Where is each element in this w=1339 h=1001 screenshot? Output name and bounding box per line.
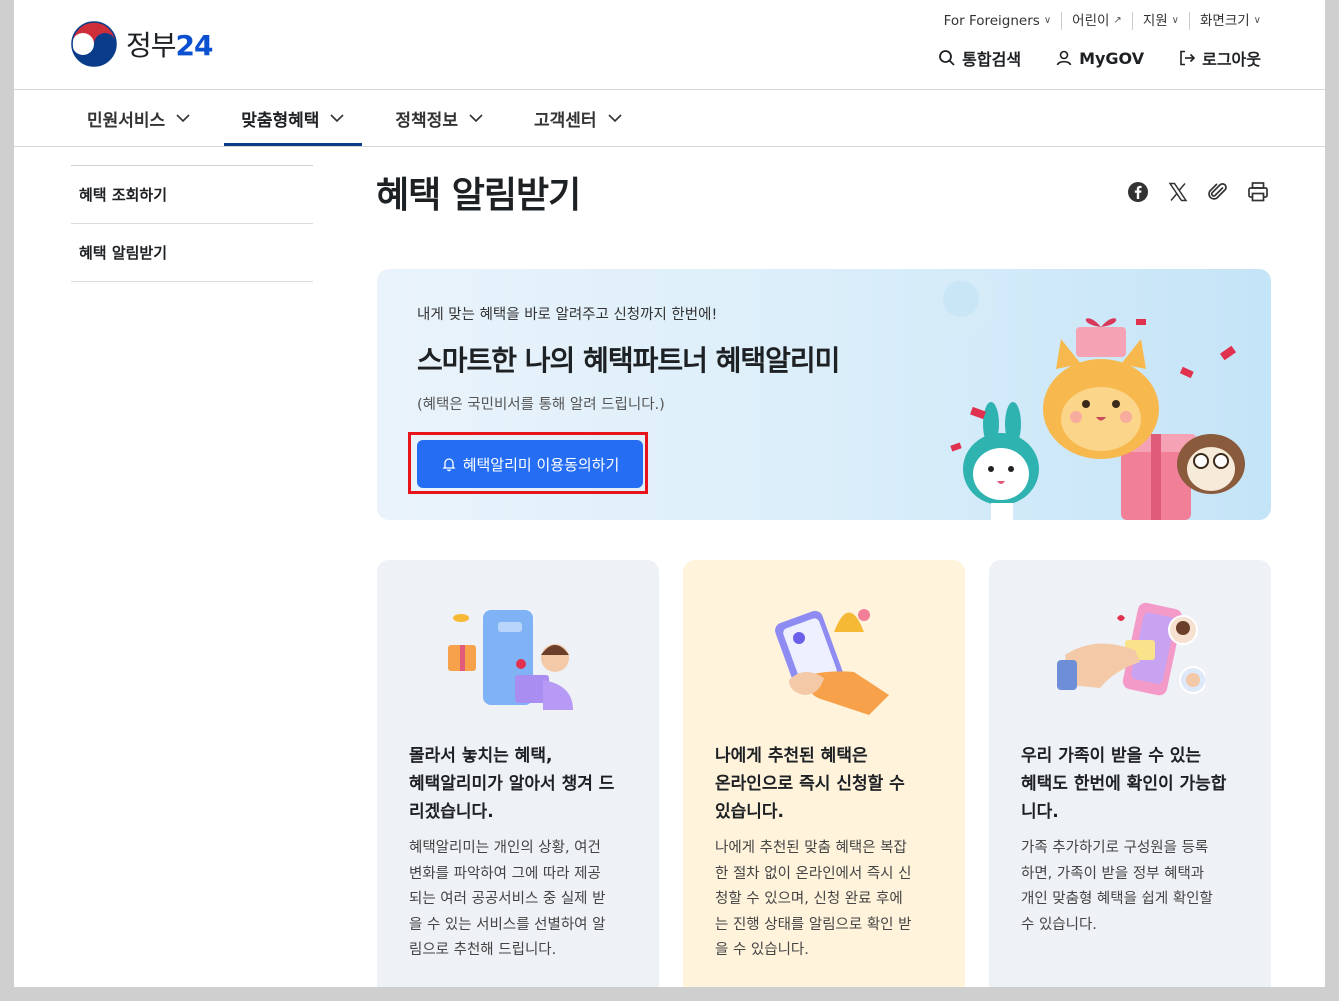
search-icon	[939, 50, 955, 66]
search-link[interactable]: 통합검색	[938, 46, 1021, 70]
gnb-divider	[14, 146, 1325, 147]
global-nav: 민원서비스 맞춤형혜택 정책정보 고객센터	[70, 90, 656, 146]
gnb-tab-civil-service[interactable]: 민원서비스	[70, 90, 208, 146]
card-title: 우리 가족이 받을 수 있는 혜택도 한번에 확인이 가능합 니다.	[1021, 746, 1227, 822]
side-item-benefit-search[interactable]: 혜택 조회하기	[71, 166, 313, 224]
banner-note: (혜택은 국민비서를 통해 알려 드립니다.)	[417, 397, 665, 413]
card-title: 나에게 추천된 혜택은 온라인으로 즉시 신청할 수 있습니다.	[715, 746, 905, 822]
banner-subtitle: 내게 맞는 혜택을 바로 알려주고 신청까지 한번에!	[417, 307, 718, 323]
chevron-down-icon: ∨	[1043, 15, 1052, 26]
benefit-alert-consent-button[interactable]: 혜택알리미 이용동의하기	[417, 440, 643, 488]
util-foreigners[interactable]: For Foreigners ∨	[934, 12, 1063, 30]
side-nav: 혜택 조회하기 혜택 알림받기	[71, 165, 313, 282]
hand-phone-bell-illustration	[775, 609, 889, 715]
logout-label: 로그아웃	[1202, 50, 1261, 69]
gov24-logo[interactable]: 정부24	[70, 20, 213, 68]
family-phone-illustration	[1057, 602, 1205, 696]
logout-link[interactable]: 로그아웃	[1178, 46, 1261, 70]
util-screen-size[interactable]: 화면크기 ∨	[1190, 12, 1271, 30]
logout-icon	[1180, 50, 1196, 66]
phone-gift-illustration	[448, 610, 573, 710]
card-description: 가족 추가하기로 구성원을 등록 하면, 가족이 받을 정부 혜택과 개인 맞춤…	[1021, 840, 1213, 933]
gnb-tab-label: 맞춤형혜택	[241, 110, 320, 131]
gnb-tab-customer-center[interactable]: 고객센터	[517, 90, 640, 146]
mygov-label: MyGOV	[1079, 48, 1145, 68]
gnb-tab-custom-benefit[interactable]: 맞춤형혜택	[224, 90, 363, 146]
card-description: 나에게 추천된 맞춤 혜택은 복잡 한 절차 없이 온라인에서 즉시 신 청할 …	[715, 840, 912, 958]
mygov-link[interactable]: MyGOV	[1055, 46, 1144, 70]
facebook-icon[interactable]	[1126, 180, 1150, 204]
gnb-tab-label: 정책정보	[395, 110, 458, 131]
util-support[interactable]: 지원 ∨	[1133, 12, 1190, 30]
search-label: 통합검색	[962, 50, 1022, 69]
feature-card-instant-apply: 나에게 추천된 혜택은 온라인으로 즉시 신청할 수 있습니다. 나에게 추천된…	[683, 560, 965, 987]
utility-nav: For Foreigners ∨ 어린이 ↗ 지원 ∨ 화면크기 ∨	[934, 12, 1271, 30]
page-frame: 정부24 For Foreigners ∨ 어린이 ↗ 지원 ∨ 화면크기 ∨ 통합검색…	[14, 0, 1325, 987]
card-description: 혜택알리미는 개인의 상황, 여건 변화를 파악하여 그에 따라 제공 되는 여…	[409, 840, 606, 958]
card-title: 몰라서 놓치는 혜택, 혜택알리미가 알아서 챙겨 드 리겠습니다.	[409, 746, 615, 822]
mascot-illustration	[925, 269, 1245, 520]
chevron-down-icon: ∨	[1171, 15, 1179, 26]
user-icon	[1056, 50, 1072, 66]
side-item-benefit-alert[interactable]: 혜택 알림받기	[71, 224, 313, 282]
link-icon[interactable]	[1206, 180, 1230, 204]
banner-heading: 스마트한 나의 혜택파트너 혜택알리미	[417, 344, 840, 377]
feature-card-family-benefits: 우리 가족이 받을 수 있는 혜택도 한번에 확인이 가능합 니다. 가족 추가…	[989, 560, 1271, 987]
chevron-down-icon	[607, 114, 622, 123]
main-links: 통합검색 MyGOV 로그아웃	[938, 46, 1261, 70]
gnb-tab-policy-info[interactable]: 정책정보	[378, 90, 501, 146]
chevron-down-icon: ∨	[1253, 15, 1261, 26]
taegeuk-logo-icon	[71, 21, 117, 67]
page-title: 혜택 알림받기	[376, 175, 581, 216]
share-toolbar	[1126, 180, 1270, 204]
x-icon[interactable]	[1166, 180, 1190, 204]
external-link-icon: ↗	[1113, 15, 1122, 26]
feature-card-missed-benefits: 몰라서 놓치는 혜택, 혜택알리미가 알아서 챙겨 드 리겠습니다. 혜택알리미…	[377, 560, 659, 987]
cta-label: 혜택알리미 이용동의하기	[462, 455, 620, 474]
print-icon[interactable]	[1246, 180, 1270, 204]
chevron-down-icon	[330, 114, 344, 123]
benefit-alert-banner: 내게 맞는 혜택을 바로 알려주고 신청까지 한번에! 스마트한 나의 혜택파트…	[377, 269, 1271, 520]
chevron-down-icon	[176, 114, 190, 123]
gnb-tab-label: 민원서비스	[87, 110, 166, 131]
util-kids[interactable]: 어린이 ↗	[1062, 12, 1133, 30]
chevron-down-icon	[469, 114, 483, 123]
bell-icon	[442, 458, 456, 472]
gnb-tab-label: 고객센터	[533, 110, 597, 131]
logo-text: 정부24	[126, 29, 213, 62]
